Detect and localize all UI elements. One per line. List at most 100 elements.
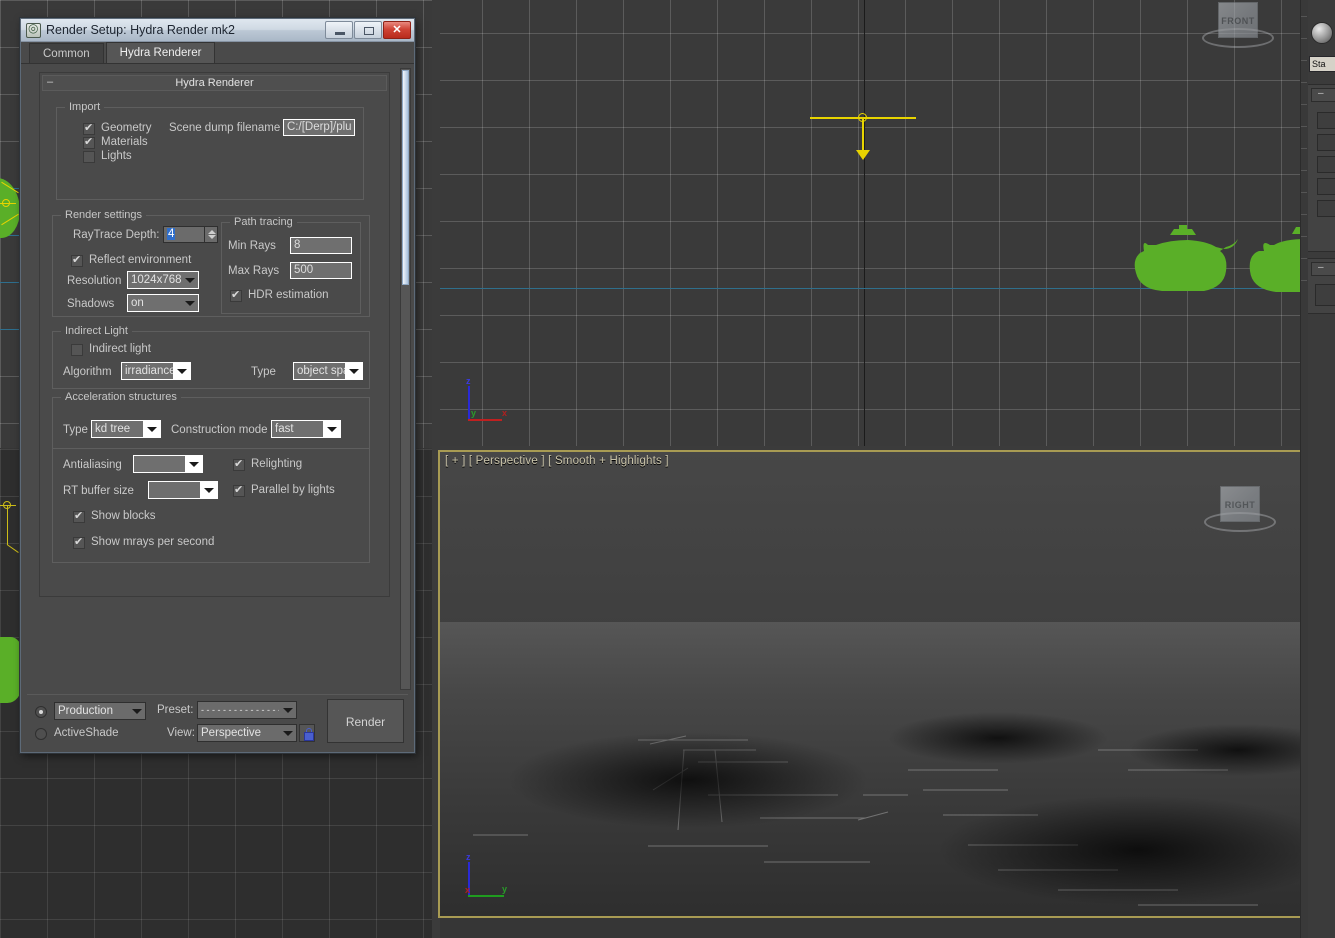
- close-button[interactable]: ✕: [383, 21, 411, 39]
- shadows-chevron-down-icon[interactable]: [181, 295, 198, 311]
- dialog-body: – Hydra Renderer Import Geometry Materia…: [21, 64, 414, 752]
- render-mode-chevron-down-icon[interactable]: [128, 703, 145, 719]
- front-teapot-silhouettes[interactable]: [1130, 215, 1306, 305]
- app-icon: [26, 23, 41, 38]
- rt-buffer-size-chevron-down-icon[interactable]: [200, 482, 217, 498]
- raytrace-depth-stepper[interactable]: [205, 226, 218, 243]
- rollout-header-1[interactable]: –: [1311, 88, 1335, 102]
- front-viewport[interactable]: z y x FRONT: [440, 0, 1306, 446]
- render-button[interactable]: Render: [327, 699, 404, 743]
- shadows-value: on: [128, 295, 181, 311]
- shadows-combo[interactable]: on: [127, 294, 199, 312]
- tab-common[interactable]: Common: [29, 43, 104, 64]
- selected-object-silhouette-2[interactable]: [0, 637, 22, 703]
- tab-hydra-renderer[interactable]: Hydra Renderer: [106, 42, 216, 64]
- min-rays-input[interactable]: 8: [290, 237, 352, 254]
- dialog-scrollbar-thumb[interactable]: [402, 70, 409, 285]
- activeshade-radio[interactable]: [35, 728, 47, 740]
- maximize-button[interactable]: [354, 21, 382, 39]
- preset-combo[interactable]: - - - - - - - - - - - - - - - - - -: [197, 701, 297, 719]
- panel-field-4[interactable]: [1317, 178, 1335, 195]
- render-setup-dialog[interactable]: Render Setup: Hydra Render mk2 ✕ Common …: [20, 18, 415, 753]
- preset-chevron-down-icon[interactable]: [279, 702, 296, 718]
- reflect-environment-checkbox[interactable]: [71, 255, 83, 267]
- collapse-icon-1: –: [1318, 88, 1324, 99]
- accel-type-chevron-down-icon[interactable]: [143, 421, 160, 437]
- front-viewcube[interactable]: FRONT: [1192, 0, 1284, 58]
- panel-scrollbar[interactable]: [1301, 0, 1308, 938]
- window-buttons[interactable]: ✕: [325, 21, 411, 39]
- rollout-collapse-icon[interactable]: –: [47, 75, 53, 90]
- geometry-checkbox[interactable]: [83, 123, 95, 135]
- panel-field-2[interactable]: [1317, 134, 1335, 151]
- viewcube-compass-ring[interactable]: [1202, 28, 1274, 48]
- indirect-type-label: Type: [251, 366, 276, 378]
- axis-label-z-2: z: [466, 852, 471, 862]
- directional-light-gizmo[interactable]: [810, 112, 920, 160]
- lights-checkbox[interactable]: [83, 151, 95, 163]
- antialiasing-label: Antialiasing: [63, 459, 122, 471]
- dialog-tabs[interactable]: Common Hydra Renderer: [21, 42, 414, 64]
- algorithm-combo[interactable]: irradiance: [121, 362, 191, 380]
- antialiasing-combo[interactable]: [133, 455, 203, 473]
- render-mode-combo[interactable]: Production: [54, 702, 146, 720]
- light-gizmo-arrow: [856, 150, 870, 160]
- rt-buffer-size-combo[interactable]: [148, 481, 218, 499]
- raytrace-depth-input[interactable]: 4: [163, 226, 205, 243]
- perspective-viewport[interactable]: [ + ] [ Perspective ] [ Smooth + Highlig…: [438, 450, 1308, 918]
- view-lock-button[interactable]: [299, 724, 315, 742]
- indirect-type-chevron-down-icon[interactable]: [345, 363, 362, 379]
- view-value: Perspective: [198, 725, 279, 741]
- perspective-viewcube[interactable]: RIGHT: [1194, 476, 1286, 542]
- panel-field-5[interactable]: [1317, 200, 1335, 217]
- hdr-estimation-checkbox[interactable]: [230, 290, 242, 302]
- resolution-chevron-down-icon[interactable]: [181, 272, 198, 288]
- view-chevron-down-icon[interactable]: [279, 725, 296, 741]
- close-icon: ✕: [384, 23, 410, 36]
- command-panel[interactable]: Sta – –: [1300, 0, 1335, 938]
- render-settings-group: Render settings RayTrace Depth: 4 Reflec…: [52, 215, 370, 317]
- show-mrays-checkbox[interactable]: [73, 537, 85, 549]
- object-name-field[interactable]: Sta: [1309, 56, 1335, 72]
- max-rays-input[interactable]: 500: [290, 262, 352, 279]
- panel-field-6[interactable]: [1315, 284, 1335, 306]
- resolution-combo[interactable]: 1024x768: [127, 271, 199, 289]
- dialog-scrollbar[interactable]: [400, 68, 411, 690]
- rendered-scene: [438, 450, 1308, 918]
- raytrace-depth-spinner[interactable]: 4: [163, 226, 218, 243]
- indirect-light-checkbox[interactable]: [71, 344, 83, 356]
- show-blocks-checkbox[interactable]: [73, 511, 85, 523]
- scene-dump-filename-input[interactable]: C:/[Derp]/plu: [283, 119, 355, 136]
- rollout-header-2[interactable]: –: [1311, 262, 1335, 276]
- show-mrays-label: Show mrays per second: [91, 536, 214, 548]
- resolution-value: 1024x768: [128, 272, 181, 288]
- viewcube-compass-ring-2[interactable]: [1204, 512, 1276, 532]
- panel-field-1[interactable]: [1317, 112, 1335, 129]
- construction-mode-chevron-down-icon[interactable]: [323, 421, 340, 437]
- preset-value: - - - - - - - - - - - - - - - - - -: [198, 702, 279, 718]
- relighting-checkbox[interactable]: [233, 459, 245, 471]
- tab-common-label: Common: [43, 48, 90, 60]
- minimize-button[interactable]: [325, 21, 353, 39]
- construction-mode-combo[interactable]: fast: [271, 420, 341, 438]
- activeshade-label: ActiveShade: [54, 727, 119, 739]
- rollout-header[interactable]: – Hydra Renderer: [42, 75, 387, 91]
- dialog-titlebar[interactable]: Render Setup: Hydra Render mk2 ✕: [21, 19, 414, 42]
- materials-checkbox[interactable]: [83, 137, 95, 149]
- raytrace-depth-label: RayTrace Depth:: [73, 229, 160, 241]
- panel-field-3[interactable]: [1317, 156, 1335, 173]
- parallel-by-lights-checkbox[interactable]: [233, 485, 245, 497]
- light-gizmo-handle[interactable]: [858, 113, 867, 122]
- import-group: Import Geometry Materials Lights Scene d…: [56, 107, 364, 200]
- indirect-type-combo[interactable]: object spa: [293, 362, 363, 380]
- path-tracing-caption: Path tracing: [230, 216, 297, 228]
- color-swatch-icon[interactable]: [1311, 22, 1333, 44]
- accel-type-combo[interactable]: kd tree: [91, 420, 161, 438]
- algorithm-chevron-down-icon[interactable]: [173, 363, 190, 379]
- materials-label: Materials: [101, 136, 148, 148]
- antialiasing-chevron-down-icon[interactable]: [185, 456, 202, 472]
- view-combo[interactable]: Perspective: [197, 724, 297, 742]
- production-radio[interactable]: [35, 706, 47, 718]
- dialog-scroll-area: – Hydra Renderer Import Geometry Materia…: [27, 68, 394, 690]
- algorithm-label: Algorithm: [63, 366, 112, 378]
